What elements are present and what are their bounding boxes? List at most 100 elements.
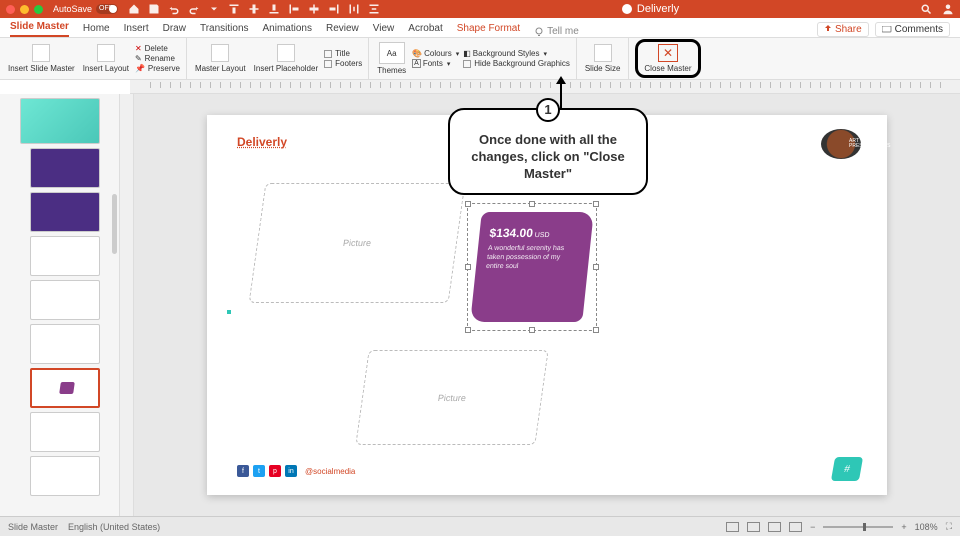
tab-acrobat[interactable]: Acrobat <box>408 20 442 37</box>
themes-button[interactable]: AaThemes <box>375 40 408 77</box>
resize-handle[interactable] <box>593 327 599 333</box>
slide-size-button[interactable]: Slide Size <box>583 42 623 75</box>
align-right-icon[interactable] <box>328 3 340 15</box>
selection-bounding-box[interactable]: $134.00USD A wonderful serenity has take… <box>467 203 597 331</box>
insert-placeholder-button[interactable]: Insert Placeholder <box>252 42 320 75</box>
footers-checkbox[interactable]: Footers <box>324 59 362 68</box>
zoom-in-button[interactable]: + <box>901 522 906 532</box>
zoom-out-button[interactable]: − <box>810 522 815 532</box>
close-master-highlight: ✕ Close Master <box>635 39 700 78</box>
zoom-level[interactable]: 108% <box>915 522 938 532</box>
distribute-v-icon[interactable] <box>368 3 380 15</box>
linkedin-icon[interactable]: in <box>285 465 297 477</box>
tab-review[interactable]: Review <box>326 20 359 37</box>
tab-insert[interactable]: Insert <box>124 20 149 37</box>
status-language[interactable]: English (United States) <box>68 522 160 532</box>
brand-text[interactable]: Deliverly <box>237 135 287 149</box>
save-icon[interactable] <box>148 3 160 15</box>
minimize-window-icon[interactable] <box>20 5 29 14</box>
page-number-badge: # <box>831 457 863 481</box>
insert-layout-button[interactable]: Insert Layout <box>81 42 131 75</box>
close-window-icon[interactable] <box>6 5 15 14</box>
fit-to-window-icon[interactable]: ⛶ <box>946 521 952 532</box>
search-icon[interactable] <box>920 3 932 15</box>
maximize-window-icon[interactable] <box>34 5 43 14</box>
share-icon <box>824 25 832 33</box>
instruction-callout: 1 Once done with all the changes, click … <box>448 108 648 195</box>
comment-icon <box>882 26 892 34</box>
comments-button[interactable]: Comments <box>875 22 950 37</box>
resize-handle[interactable] <box>529 327 535 333</box>
layout-thumbnail[interactable] <box>30 280 100 320</box>
layout-thumbnail[interactable] <box>30 192 100 232</box>
quick-access-toolbar <box>128 3 380 15</box>
undo-icon[interactable] <box>168 3 180 15</box>
resize-handle[interactable] <box>529 201 535 207</box>
background-styles-dropdown[interactable]: ◧Background Styles <box>463 49 570 58</box>
slideshow-view-icon[interactable] <box>789 522 802 532</box>
title-checkbox[interactable]: Title <box>324 49 362 58</box>
normal-view-icon[interactable] <box>726 522 739 532</box>
thumbnail-scrollbar[interactable] <box>112 194 117 254</box>
tab-slide-master[interactable]: Slide Master <box>10 18 69 37</box>
pinterest-icon[interactable]: p <box>269 465 281 477</box>
autosave-toggle[interactable]: AutoSave OFF <box>53 4 118 14</box>
window-controls[interactable] <box>6 5 43 14</box>
resize-handle[interactable] <box>465 201 471 207</box>
tab-transitions[interactable]: Transitions <box>200 20 249 37</box>
resize-handle[interactable] <box>593 264 599 270</box>
twitter-icon[interactable]: t <box>253 465 265 477</box>
decorative-dot <box>227 310 231 314</box>
slide-thumbnail-panel[interactable] <box>0 94 120 516</box>
align-bottom-icon[interactable] <box>268 3 280 15</box>
align-left-icon[interactable] <box>288 3 300 15</box>
status-mode: Slide Master <box>8 522 58 532</box>
rename-button[interactable]: ✎Rename <box>135 54 180 63</box>
fonts-dropdown[interactable]: AFonts <box>412 59 459 68</box>
ribbon: Insert Slide Master Insert Layout ✕Delet… <box>0 38 960 80</box>
tab-home[interactable]: Home <box>83 20 110 37</box>
layout-thumbnail[interactable] <box>30 412 100 452</box>
master-thumbnail[interactable] <box>20 98 100 144</box>
tab-animations[interactable]: Animations <box>263 20 312 37</box>
tab-view[interactable]: View <box>373 20 395 37</box>
layout-thumbnail[interactable] <box>30 456 100 496</box>
preserve-button[interactable]: 📌Preserve <box>135 64 180 73</box>
dropdown-icon[interactable] <box>208 3 220 15</box>
zoom-slider[interactable] <box>823 526 893 528</box>
social-handle[interactable]: @socialmedia <box>305 467 355 476</box>
layout-thumbnail[interactable] <box>30 324 100 364</box>
resize-handle[interactable] <box>593 201 599 207</box>
resize-handle[interactable] <box>465 264 471 270</box>
layout-thumbnail[interactable] <box>30 148 100 188</box>
document-title: Deliverly <box>380 3 920 15</box>
tab-shape-format[interactable]: Shape Format <box>457 20 520 37</box>
facebook-icon[interactable]: f <box>237 465 249 477</box>
layout-thumbnail[interactable] <box>30 236 100 276</box>
home-icon[interactable] <box>128 3 140 15</box>
colours-dropdown[interactable]: 🎨Colours <box>412 49 459 58</box>
sorter-view-icon[interactable] <box>747 522 760 532</box>
price-description: A wonderful serenity has taken possessio… <box>486 244 581 271</box>
insert-slide-master-button[interactable]: Insert Slide Master <box>6 42 77 75</box>
align-middle-icon[interactable] <box>248 3 260 15</box>
account-icon[interactable] <box>942 3 954 15</box>
reading-view-icon[interactable] <box>768 522 781 532</box>
social-icons: f t p in @socialmedia <box>237 465 355 477</box>
delete-button[interactable]: ✕Delete <box>135 44 180 53</box>
tab-draw[interactable]: Draw <box>163 20 186 37</box>
master-layout-button[interactable]: Master Layout <box>193 42 248 75</box>
align-center-icon[interactable] <box>308 3 320 15</box>
distribute-h-icon[interactable] <box>348 3 360 15</box>
layout-thumbnail-selected[interactable] <box>30 368 100 408</box>
picture-placeholder-2[interactable]: Picture <box>355 350 548 445</box>
redo-icon[interactable] <box>188 3 200 15</box>
hide-background-checkbox[interactable]: Hide Background Graphics <box>463 59 570 68</box>
picture-placeholder-1[interactable]: Picture <box>249 183 466 303</box>
close-master-button[interactable]: ✕ Close Master <box>644 44 691 73</box>
align-top-icon[interactable] <box>228 3 240 15</box>
resize-handle[interactable] <box>465 327 471 333</box>
tell-me-search[interactable]: Tell me <box>534 26 579 37</box>
price-shape[interactable]: $134.00USD A wonderful serenity has take… <box>470 212 594 322</box>
share-button[interactable]: Share <box>817 22 868 37</box>
